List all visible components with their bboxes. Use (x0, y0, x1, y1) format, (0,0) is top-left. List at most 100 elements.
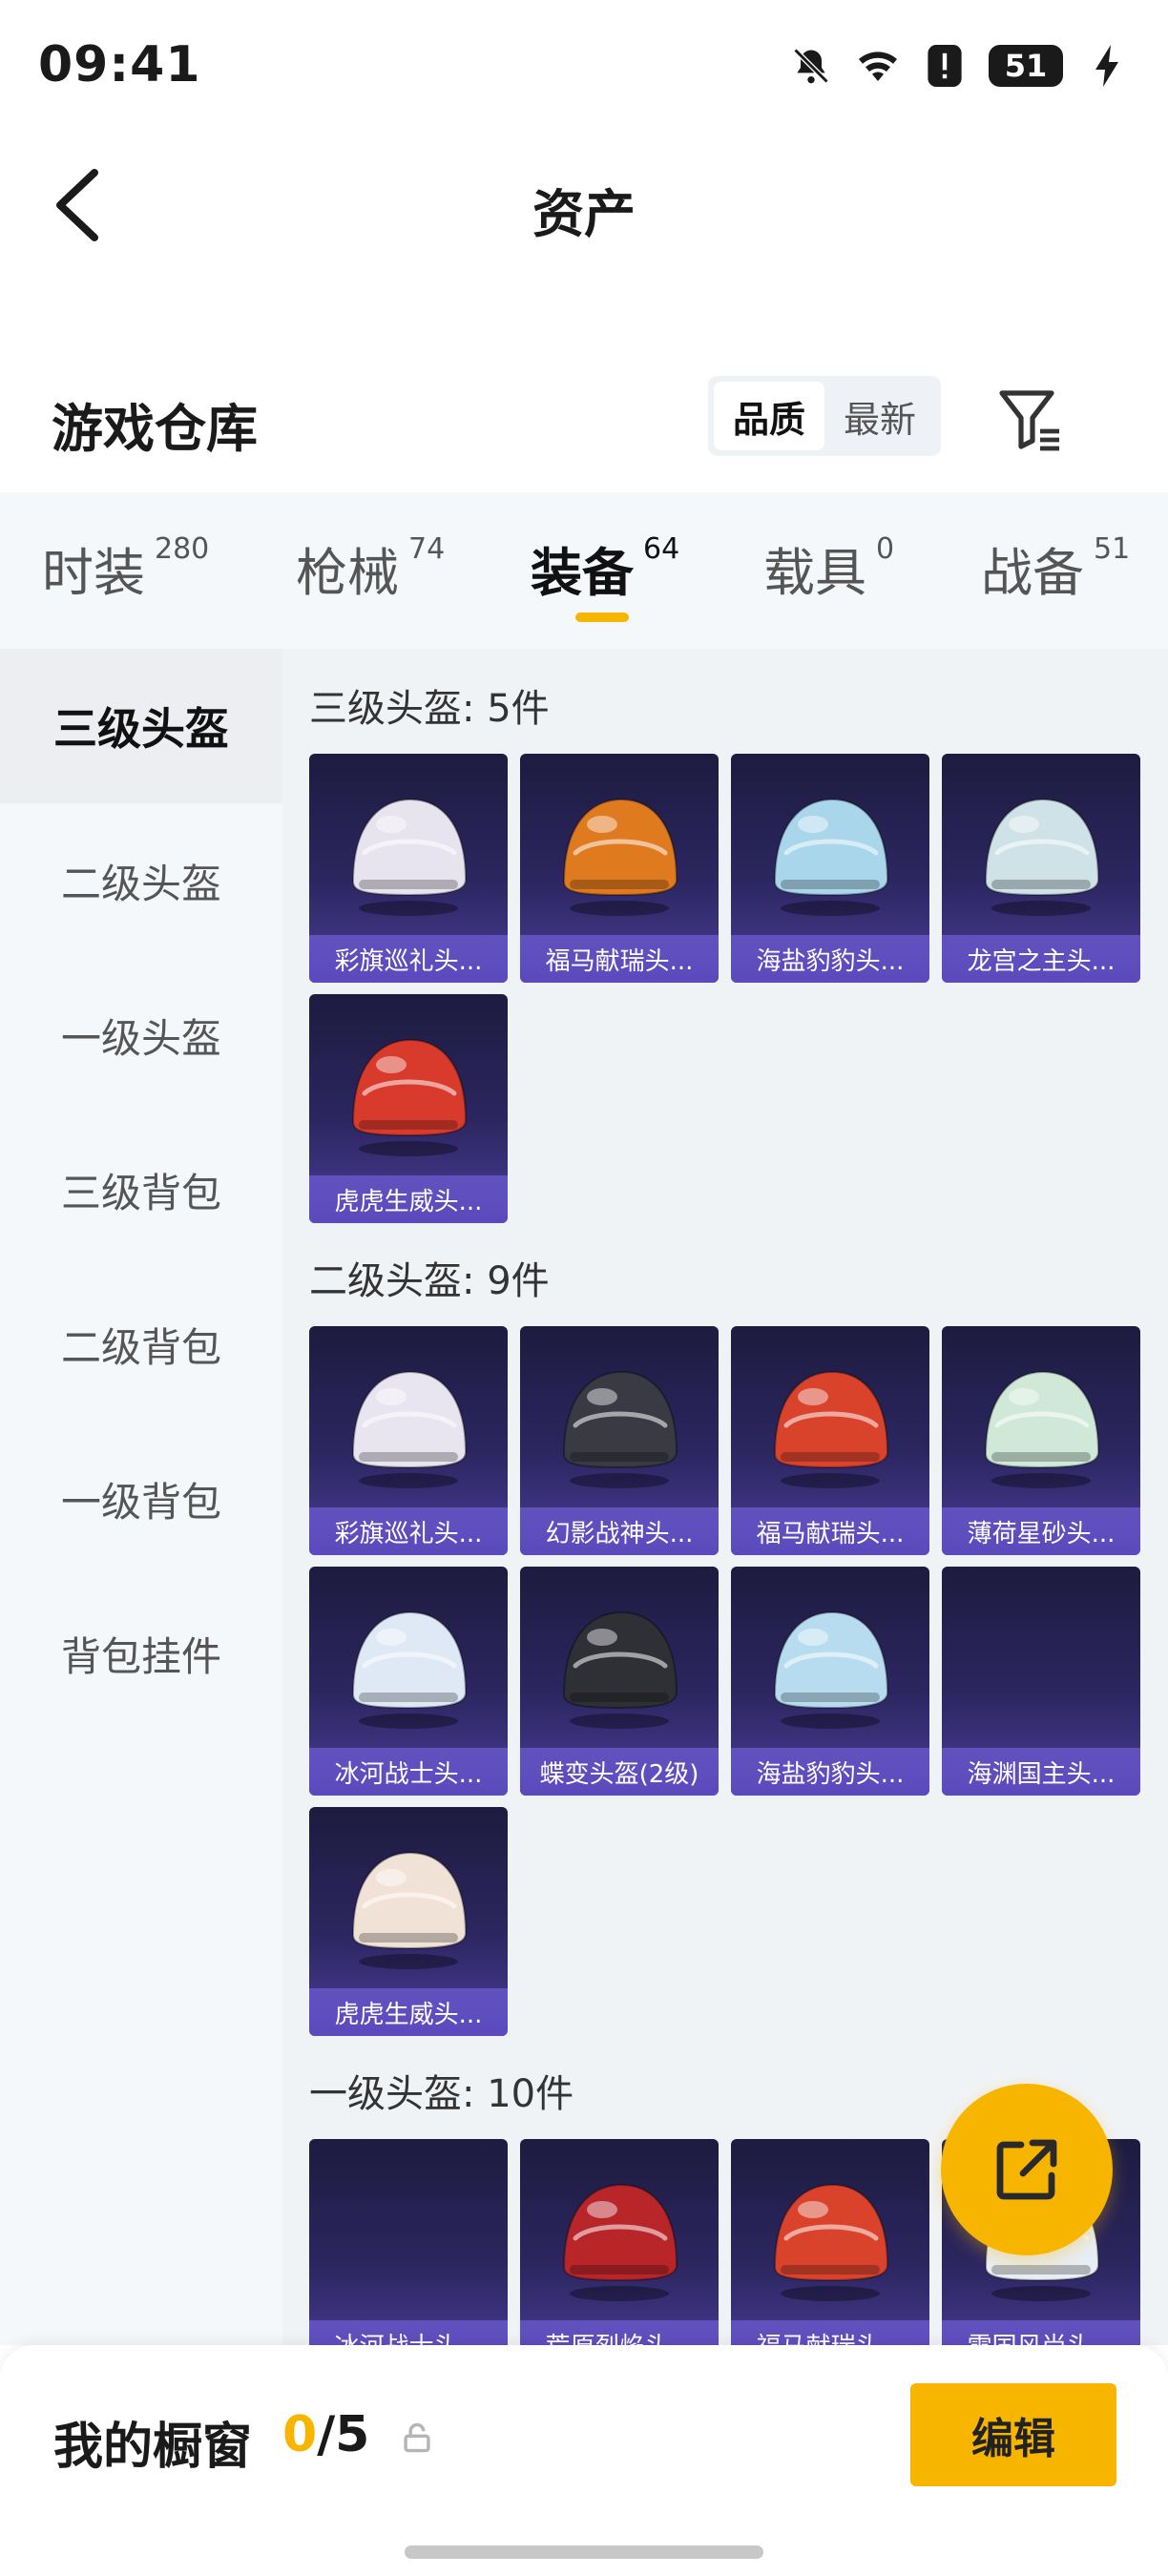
item-card[interactable]: 福马献瑞头... (731, 1326, 929, 1555)
sidebar-item-level2-backpack[interactable]: 二级背包 (0, 1267, 282, 1422)
item-name: 虎虎生威头... (309, 1175, 508, 1223)
helmet-horse-icon (773, 1370, 889, 1488)
showcase-current: 0 (282, 2406, 318, 2463)
charging-icon (1084, 43, 1130, 89)
section-title: 一级头盔: 10件 (309, 2072, 574, 2116)
sort-toggle: 品质 最新 (708, 376, 941, 456)
item-card[interactable]: 冰河战士头... (309, 1567, 508, 1796)
item-name: 冰河战士头... (309, 2320, 508, 2345)
item-card[interactable]: 幻影战神头... (520, 1326, 719, 1555)
helmet-butterfly-icon (562, 1610, 678, 1729)
sidebar-item-level3-helmet[interactable]: 三级头盔 (0, 649, 282, 803)
battery-indicator: 51 (989, 45, 1063, 87)
showcase-label: 我的橱窗 (53, 2419, 253, 2476)
category-tabs: 时装 280 枪械 74 装备 64 载具 0 战备 51 (0, 492, 1168, 649)
item-name: 海盐豹豹头... (731, 935, 929, 983)
item-name: 雪国风尚头... (942, 2320, 1140, 2345)
item-card[interactable]: 彩旗巡礼头... (309, 754, 508, 983)
helmet-seal-icon (773, 1610, 889, 1729)
section-title: 二级头盔: 9件 (309, 1259, 550, 1303)
sidebar-item-level1-helmet[interactable]: 一级头盔 (0, 958, 282, 1112)
tab-equipment[interactable]: 装备 64 (531, 530, 679, 606)
page-title: 资产 (532, 184, 636, 244)
tab-vehicles[interactable]: 载具 0 (763, 530, 894, 606)
item-name: 福马献瑞头... (731, 2320, 929, 2345)
filter-icon (999, 390, 1059, 451)
helmet-mint-icon (984, 1370, 1100, 1488)
tab-fashion[interactable]: 时装 280 (42, 530, 209, 606)
item-name: 幻影战神头... (520, 1507, 719, 1555)
item-name: 彩旗巡礼头... (309, 935, 508, 983)
status-icons: 51 (788, 42, 1130, 90)
sidebar-item-level3-backpack[interactable]: 三级背包 (0, 1112, 282, 1267)
item-card[interactable]: 薄荷星砂头... (942, 1326, 1140, 1555)
helmet-tiger-icon (351, 1038, 468, 1156)
item-card[interactable]: 蝶变头盔(2级) (520, 1567, 719, 1796)
item-name: 薄荷星砂头... (942, 1507, 1140, 1555)
status-bar: 09:41 51 (0, 0, 1168, 134)
tab-label: 枪械 (296, 543, 399, 603)
tab-count: 74 (408, 532, 446, 566)
item-card[interactable]: 冰河战士头... (309, 2139, 508, 2345)
lock-icon (404, 2422, 430, 2453)
item-card[interactable]: 海渊国主头... (942, 1567, 1140, 1796)
item-name: 福马献瑞头... (731, 1507, 929, 1555)
item-card[interactable]: 龙宫之主头... (942, 754, 1140, 983)
item-card[interactable]: 海盐豹豹头... (731, 1567, 929, 1796)
item-name: 海渊国主头... (942, 1748, 1140, 1796)
helmet-flame-icon (562, 2183, 678, 2301)
item-card[interactable]: 彩旗巡礼头... (309, 1326, 508, 1555)
item-name: 彩旗巡礼头... (309, 1507, 508, 1555)
item-name: 虎虎生威头... (309, 1988, 508, 2036)
item-card[interactable]: 荒原烈焰头... (520, 2139, 719, 2345)
wifi-icon (855, 43, 901, 89)
helmet-dragon-icon (984, 798, 1100, 916)
item-name: 冰河战士头... (309, 1748, 508, 1796)
helmet-horse-icon (562, 798, 678, 916)
sidebar: 三级头盔 二级头盔 一级头盔 三级背包 二级背包 一级背包 背包挂件 (0, 649, 282, 2345)
tab-label: 载具 (763, 543, 866, 603)
edit-button[interactable]: 编辑 (910, 2383, 1116, 2486)
tab-count: 64 (643, 532, 680, 566)
alert-icon (922, 43, 968, 89)
helmet-flag-icon (351, 798, 468, 916)
warehouse-header: 游戏仓库 品质 最新 (0, 363, 1168, 487)
item-card[interactable]: 虎虎生威头... (309, 1807, 508, 2036)
filter-button[interactable] (992, 382, 1069, 458)
active-tab-indicator (575, 613, 629, 622)
item-name: 福马献瑞头... (520, 935, 719, 983)
item-name: 海盐豹豹头... (731, 1748, 929, 1796)
helmet-tiger-icon (351, 1851, 468, 1969)
showcase-total: /5 (317, 2406, 370, 2463)
item-card[interactable]: 虎虎生威头... (309, 994, 508, 1223)
title-bar: 资产 (0, 143, 1168, 267)
home-indicator (405, 2545, 763, 2559)
share-icon (996, 2139, 1057, 2200)
section-title: 三级头盔: 5件 (309, 687, 550, 731)
sidebar-item-backpack-charm[interactable]: 背包挂件 (0, 1576, 282, 1731)
helmet-flag-icon (351, 1370, 468, 1488)
tab-count: 0 (876, 532, 895, 566)
warehouse-title: 游戏仓库 (52, 399, 258, 459)
sidebar-item-level2-helmet[interactable]: 二级头盔 (0, 803, 282, 958)
helmet-phantom-icon (562, 1370, 678, 1488)
sort-quality-option[interactable]: 品质 (714, 382, 824, 450)
item-name: 荒原烈焰头... (520, 2320, 719, 2345)
item-card[interactable]: 海盐豹豹头... (731, 754, 929, 983)
item-name: 龙宫之主头... (942, 935, 1140, 983)
showcase-count: 0/5 (282, 2406, 369, 2463)
helmet-glacier-icon (351, 1610, 468, 1729)
tab-supplies[interactable]: 战备 51 (981, 530, 1130, 606)
tab-firearms[interactable]: 枪械 74 (296, 530, 445, 606)
tab-label: 战备 (981, 543, 1084, 603)
sidebar-item-level1-backpack[interactable]: 一级背包 (0, 1422, 282, 1576)
item-card[interactable]: 福马献瑞头... (731, 2139, 929, 2345)
share-button[interactable] (941, 2084, 1113, 2255)
tab-label: 装备 (531, 543, 634, 603)
item-card[interactable]: 福马献瑞头... (520, 754, 719, 983)
sort-latest-option[interactable]: 最新 (824, 382, 935, 450)
bell-muted-icon (788, 43, 834, 89)
status-time: 09:41 (38, 36, 201, 93)
showcase-bar: 我的橱窗 0/5 编辑 (0, 2345, 1168, 2576)
tab-label: 时装 (42, 543, 145, 603)
